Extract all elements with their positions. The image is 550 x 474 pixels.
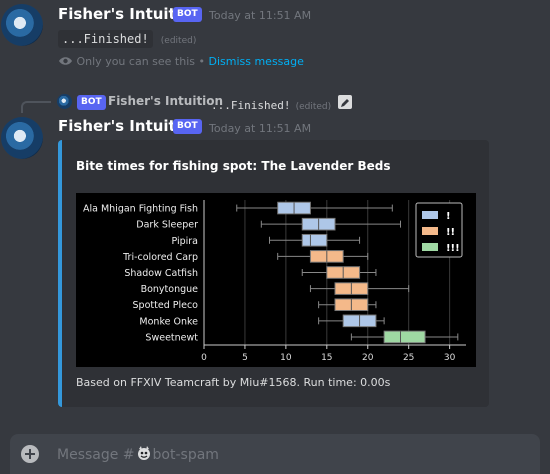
ephemeral-text: Only you can see this • <box>76 55 205 68</box>
channel-emoji-icon <box>137 446 150 460</box>
reply-username[interactable]: Fisher's Intuition <box>108 94 223 108</box>
pencil-icon <box>341 99 349 107</box>
x-tick-label: 0 <box>201 353 207 363</box>
chart-image[interactable]: 0 5 10 15 20 25 30 Ala Mhigan Fighting Fish Dark… <box>76 193 476 367</box>
embed-title: Bite times for fishing spot: The Lavende… <box>76 159 391 173</box>
reply-edited-label: (edited) <box>295 102 332 112</box>
dismiss-message-link[interactable]: Dismiss message <box>208 55 303 68</box>
embed-footer: Based on FFXIV Teamcraft by Miu#1568. Ru… <box>76 376 391 389</box>
x-tick-label: 25 <box>403 353 414 363</box>
placeholder-prefix: Message # <box>57 447 135 463</box>
category-label: Monke Onke <box>139 316 198 327</box>
legend-label: ! <box>446 211 451 222</box>
reply-preview[interactable]: ...Finished! (edited) <box>211 94 331 113</box>
x-tick-label: 20 <box>362 353 374 363</box>
ephemeral-note: Only you can see this • Dismiss message <box>58 55 304 68</box>
boxplot-chart: 0 5 10 15 20 25 30 Ala Mhigan Fighting Fish Dark… <box>83 200 466 363</box>
legend-swatch <box>422 211 438 219</box>
reply-spine <box>21 101 51 113</box>
add-attachment-button[interactable] <box>21 445 39 463</box>
inline-code: ...Finished! <box>58 30 153 48</box>
input-placeholder: Message # bot-spam <box>57 445 219 463</box>
reply-bot-tag: BOT <box>77 95 106 110</box>
reply-avatar[interactable] <box>57 94 72 109</box>
eye-icon <box>59 57 72 65</box>
x-tick-label: 30 <box>444 353 456 363</box>
category-label: Spotted Pleco <box>133 300 199 311</box>
legend-label: !! <box>446 227 455 238</box>
message-timestamp-2: Today at 11:51 AM <box>209 122 312 135</box>
category-label: Pipira <box>171 236 198 247</box>
message-timestamp: Today at 11:51 AM <box>209 9 312 22</box>
image-attachment-icon <box>338 95 352 109</box>
x-tick-label: 10 <box>280 353 292 363</box>
x-tick-label: 15 <box>321 353 332 363</box>
reply-content: ...Finished! <box>211 99 291 112</box>
category-label: Ala Mhigan Fighting Fish <box>83 204 198 215</box>
message-input[interactable]: Message # bot-spam <box>10 434 540 474</box>
bot-avatar[interactable] <box>1 4 43 46</box>
bot-tag-2: BOT <box>173 119 202 134</box>
legend-swatch <box>422 243 438 251</box>
edited-label: (edited) <box>160 36 197 46</box>
message-content: ...Finished! (edited) <box>58 28 197 48</box>
bot-tag: BOT <box>173 7 202 22</box>
category-label: Dark Sleeper <box>136 220 198 231</box>
category-label: Bonytongue <box>141 284 199 295</box>
embed: Bite times for fishing spot: The Lavende… <box>58 140 489 407</box>
category-label: Sweetnewt <box>145 332 198 343</box>
bot-avatar-2[interactable] <box>1 117 43 159</box>
x-tick-label: 5 <box>242 353 248 363</box>
category-label: Tri-colored Carp <box>122 252 198 263</box>
box <box>301 233 328 247</box>
channel-name: bot-spam <box>152 447 219 463</box>
legend-swatch <box>422 227 438 235</box>
legend-label: !!! <box>446 243 460 254</box>
plus-icon <box>25 449 35 459</box>
box <box>383 330 426 344</box>
category-label: Shadow Catfish <box>124 268 198 279</box>
